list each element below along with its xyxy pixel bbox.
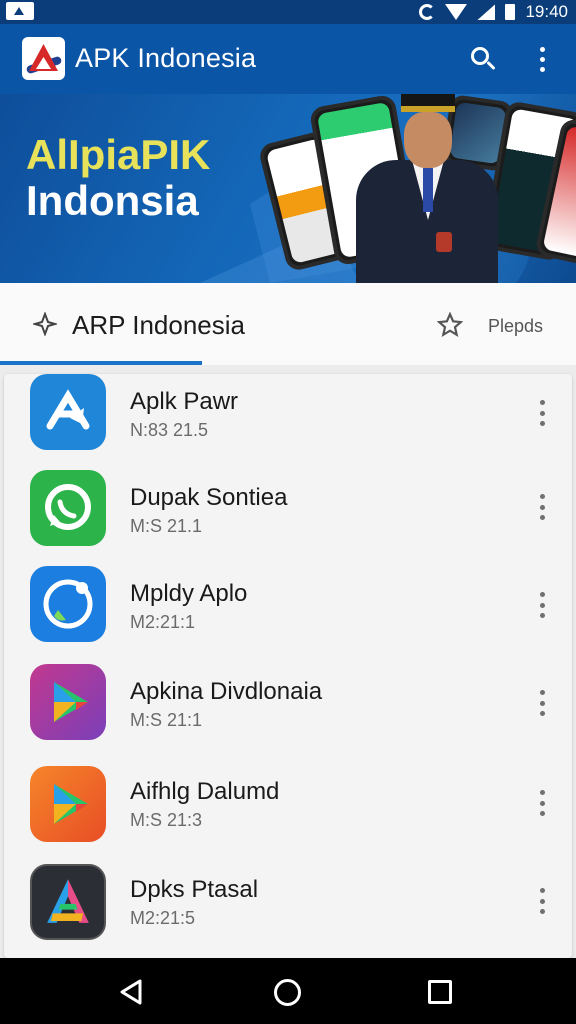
list-item[interactable]: Dupak Sontiea M:S 21.1 bbox=[4, 470, 572, 566]
home-icon[interactable] bbox=[274, 979, 301, 1006]
refresh-bubble-icon bbox=[30, 566, 106, 642]
more-icon[interactable] bbox=[533, 790, 551, 816]
list-item[interactable]: Apkina Divdlonaia M:S 21:1 bbox=[4, 664, 572, 760]
app-name: Mpldy Aplo bbox=[130, 580, 248, 607]
back-icon[interactable] bbox=[118, 978, 144, 1006]
app-name: Dpks Ptasal bbox=[130, 876, 259, 903]
app-name: Apkina Divdlonaia bbox=[130, 678, 323, 705]
app-subtitle: N:83 21.5 bbox=[130, 420, 209, 440]
app-name: Dupak Sontiea bbox=[130, 484, 288, 511]
app-subtitle: M2:21:1 bbox=[130, 612, 196, 632]
notification-icon bbox=[6, 2, 34, 20]
star-icon bbox=[437, 312, 463, 337]
whatsapp-icon bbox=[30, 470, 106, 546]
app-subtitle: M:S 21:1 bbox=[130, 710, 203, 730]
pin-icon bbox=[33, 312, 57, 336]
app-bar: APK Indonesia bbox=[0, 24, 576, 94]
more-icon[interactable] bbox=[533, 888, 551, 914]
status-bar: 19:40 bbox=[0, 0, 576, 24]
more-icon[interactable] bbox=[533, 592, 551, 618]
status-right: 19:40 bbox=[419, 0, 568, 24]
list-item[interactable]: Dpks Ptasal M2:21:5 bbox=[4, 864, 572, 960]
more-icon[interactable] bbox=[533, 494, 551, 520]
tab-arp-indonesia[interactable]: ARP Indonesia bbox=[72, 310, 245, 341]
battery-icon bbox=[505, 4, 516, 20]
banner-title: AlIpiaPIK Indonsia bbox=[26, 131, 211, 224]
search-icon[interactable] bbox=[469, 45, 497, 73]
app-name: Aplk Pawr bbox=[130, 388, 239, 415]
app-subtitle: M:S 21:3 bbox=[130, 810, 203, 830]
more-icon[interactable] bbox=[533, 690, 551, 716]
app-subtitle: M:S 21.1 bbox=[130, 516, 203, 536]
status-time: 19:40 bbox=[525, 2, 568, 21]
list-item[interactable]: Mpldy Aplo M2:21:1 bbox=[4, 566, 572, 662]
play-icon bbox=[30, 766, 106, 842]
overflow-menu-icon[interactable] bbox=[530, 44, 554, 74]
app-store-arrow-icon bbox=[30, 374, 106, 450]
wifi-icon bbox=[445, 4, 468, 20]
prism-a-icon bbox=[30, 864, 106, 940]
app-list: Aplk Pawr N:83 21.5 Dupak Sontiea M:S 21… bbox=[4, 374, 572, 958]
tab-indicator bbox=[0, 361, 202, 365]
more-icon[interactable] bbox=[533, 400, 551, 426]
play-icon bbox=[30, 664, 106, 740]
sync-icon bbox=[419, 4, 436, 20]
app-logo-icon bbox=[22, 37, 65, 80]
list-item[interactable]: Aifhlg Dalumd M:S 21:3 bbox=[4, 766, 572, 862]
signal-icon bbox=[477, 4, 496, 20]
person-image bbox=[338, 94, 498, 283]
app-subtitle: M2:21:5 bbox=[130, 908, 196, 928]
app-title: APK Indonesia bbox=[75, 43, 257, 73]
recents-icon[interactable] bbox=[428, 980, 452, 1004]
list-item[interactable]: Aplk Pawr N:83 21.5 bbox=[4, 374, 572, 470]
app-name: Aifhlg Dalumd bbox=[130, 778, 280, 805]
tab-plepds[interactable]: Plepds bbox=[488, 316, 543, 337]
promo-banner[interactable]: AlIpiaPIK Indonsia bbox=[0, 94, 576, 283]
